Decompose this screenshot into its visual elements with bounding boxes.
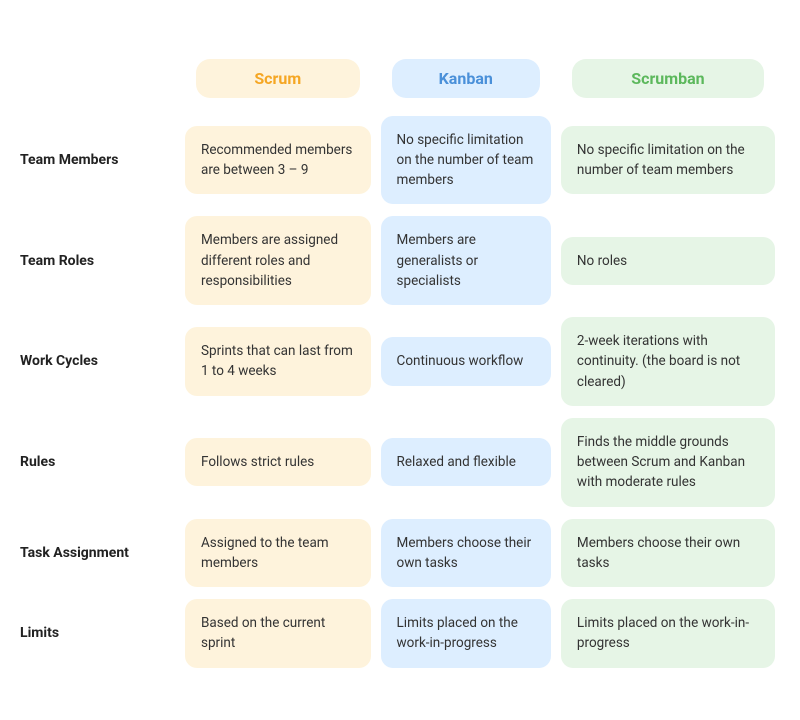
row-label-4: Task Assignment <box>20 513 180 594</box>
cell-kanban-1: Members are generalists or specialists <box>376 210 556 311</box>
row-label-5: Limits <box>20 593 180 674</box>
cell-kanban-5: Limits placed on the work-in-progress <box>376 593 556 674</box>
cell-scrum-2: Sprints that can last from 1 to 4 weeks <box>180 311 376 412</box>
cell-scrum-1: Members are assigned different roles and… <box>180 210 376 311</box>
scrum-label: Scrum <box>254 69 301 88</box>
cell-scrumban-5: Limits placed on the work-in-progress <box>556 593 780 674</box>
cell-scrumban-2: 2-week iterations with continuity. (the … <box>556 311 780 412</box>
kanban-column-header: Kanban <box>376 47 556 110</box>
table-row: Team RolesMembers are assigned different… <box>20 210 780 311</box>
comparison-table: Scrum Kanban Scrumban Team MembersRecomm… <box>20 47 780 674</box>
cell-scrum-4: Assigned to the team members <box>180 513 376 594</box>
table-row: Work CyclesSprints that can last from 1 … <box>20 311 780 412</box>
kanban-label: Kanban <box>439 69 493 88</box>
cell-scrumban-1: No roles <box>556 210 780 311</box>
cell-scrumban-0: No specific limitation on the number of … <box>556 110 780 211</box>
cell-scrum-3: Follows strict rules <box>180 412 376 513</box>
table-row: Team MembersRecommended members are betw… <box>20 110 780 211</box>
cell-scrumban-4: Members choose their own tasks <box>556 513 780 594</box>
row-label-1: Team Roles <box>20 210 180 311</box>
cell-kanban-4: Members choose their own tasks <box>376 513 556 594</box>
cell-kanban-3: Relaxed and flexible <box>376 412 556 513</box>
table-row: LimitsBased on the current sprintLimits … <box>20 593 780 674</box>
header-row: Scrum Kanban Scrumban <box>20 47 780 110</box>
row-label-0: Team Members <box>20 110 180 211</box>
table-body: Team MembersRecommended members are betw… <box>20 110 780 674</box>
cell-scrum-0: Recommended members are between 3 – 9 <box>180 110 376 211</box>
table-row: RulesFollows strict rulesRelaxed and fle… <box>20 412 780 513</box>
scrumban-label: Scrumban <box>631 69 704 88</box>
cell-kanban-0: No specific limitation on the number of … <box>376 110 556 211</box>
cell-kanban-2: Continuous workflow <box>376 311 556 412</box>
scrum-column-header: Scrum <box>180 47 376 110</box>
row-label-2: Work Cycles <box>20 311 180 412</box>
cell-scrum-5: Based on the current sprint <box>180 593 376 674</box>
empty-header <box>20 47 180 110</box>
cell-scrumban-3: Finds the middle grounds between Scrum a… <box>556 412 780 513</box>
row-label-3: Rules <box>20 412 180 513</box>
scrumban-column-header: Scrumban <box>556 47 780 110</box>
table-row: Task AssignmentAssigned to the team memb… <box>20 513 780 594</box>
